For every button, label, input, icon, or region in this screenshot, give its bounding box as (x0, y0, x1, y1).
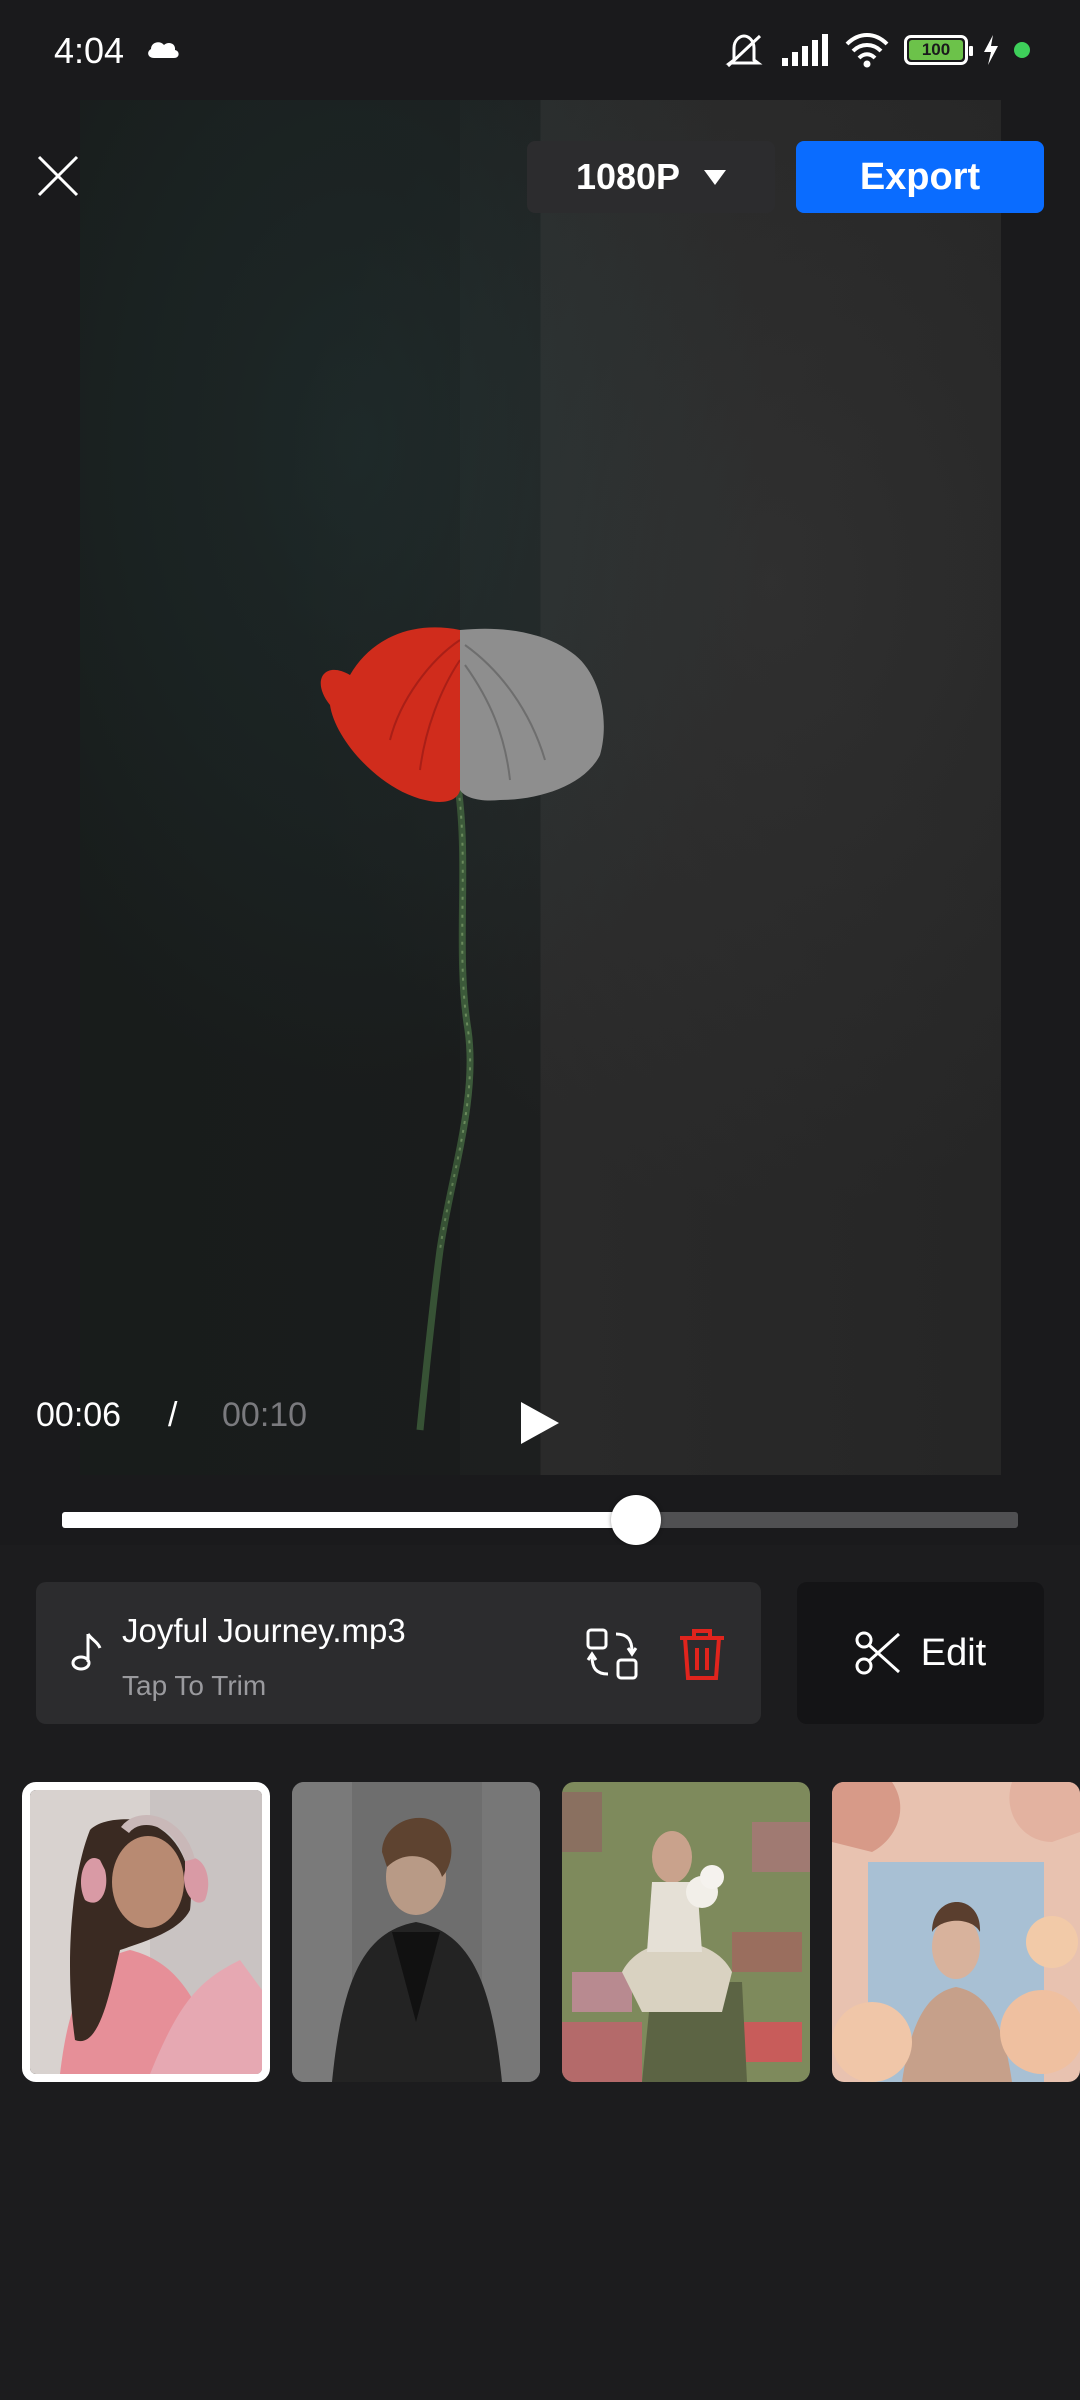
cloud-icon (148, 42, 179, 58)
status-icons: 100 (722, 30, 1030, 70)
battery-level: 100 (909, 40, 963, 60)
clip-thumbnail[interactable] (292, 1782, 540, 2082)
resolution-label: 1080P (575, 156, 681, 197)
music-track-card[interactable]: Joyful Journey.mp3 Tap To Trim (36, 1582, 761, 1724)
music-note-icon (71, 1633, 102, 1671)
music-subtitle: Tap To Trim (122, 1670, 267, 1701)
clip-thumbnail-strip (0, 1782, 1080, 2082)
total-time: 00:10 (222, 1396, 308, 1434)
progress-slider[interactable] (62, 1495, 1018, 1545)
close-icon (37, 155, 79, 197)
signal-icon (782, 34, 828, 66)
dot-icon (1014, 42, 1030, 58)
current-time: 00:06 (36, 1396, 122, 1434)
time-separator: / (168, 1396, 178, 1434)
export-button[interactable]: Export (796, 141, 1044, 213)
scissors-icon (855, 1631, 900, 1675)
mute-icon (725, 34, 763, 68)
poppy-flower-image (80, 100, 604, 1475)
clip-image (30, 1790, 262, 2074)
music-title: Joyful Journey.mp3 (122, 1612, 406, 1649)
close-button[interactable] (30, 148, 86, 204)
clip-image (832, 1782, 1080, 2082)
clip-thumbnail[interactable] (562, 1782, 810, 2082)
clip-image (292, 1782, 540, 2082)
resolution-dropdown[interactable]: 1080P (527, 141, 775, 213)
wifi-icon (845, 33, 889, 68)
status-time: 4:04 (54, 30, 125, 71)
caret-down-icon (704, 169, 727, 185)
status-bar: 4:04 100 (0, 0, 1080, 100)
replace-music-icon[interactable] (584, 1626, 640, 1682)
play-icon[interactable] (515, 1398, 565, 1448)
clip-thumbnail[interactable] (832, 1782, 1080, 2082)
charging-icon (984, 35, 998, 65)
progress-knob[interactable] (610, 1495, 661, 1545)
video-preview[interactable] (80, 100, 1001, 1475)
edit-label: Edit (920, 1631, 987, 1674)
progress-fill (62, 1512, 636, 1528)
edit-button[interactable]: Edit (797, 1582, 1044, 1724)
battery-icon: 100 (904, 35, 973, 65)
top-area: 4:04 100 1080P Export 00:06 / 00:10 (0, 0, 1080, 1545)
clip-image (562, 1782, 810, 2082)
trash-icon[interactable] (676, 1626, 728, 1682)
clip-thumbnail[interactable] (22, 1782, 270, 2082)
